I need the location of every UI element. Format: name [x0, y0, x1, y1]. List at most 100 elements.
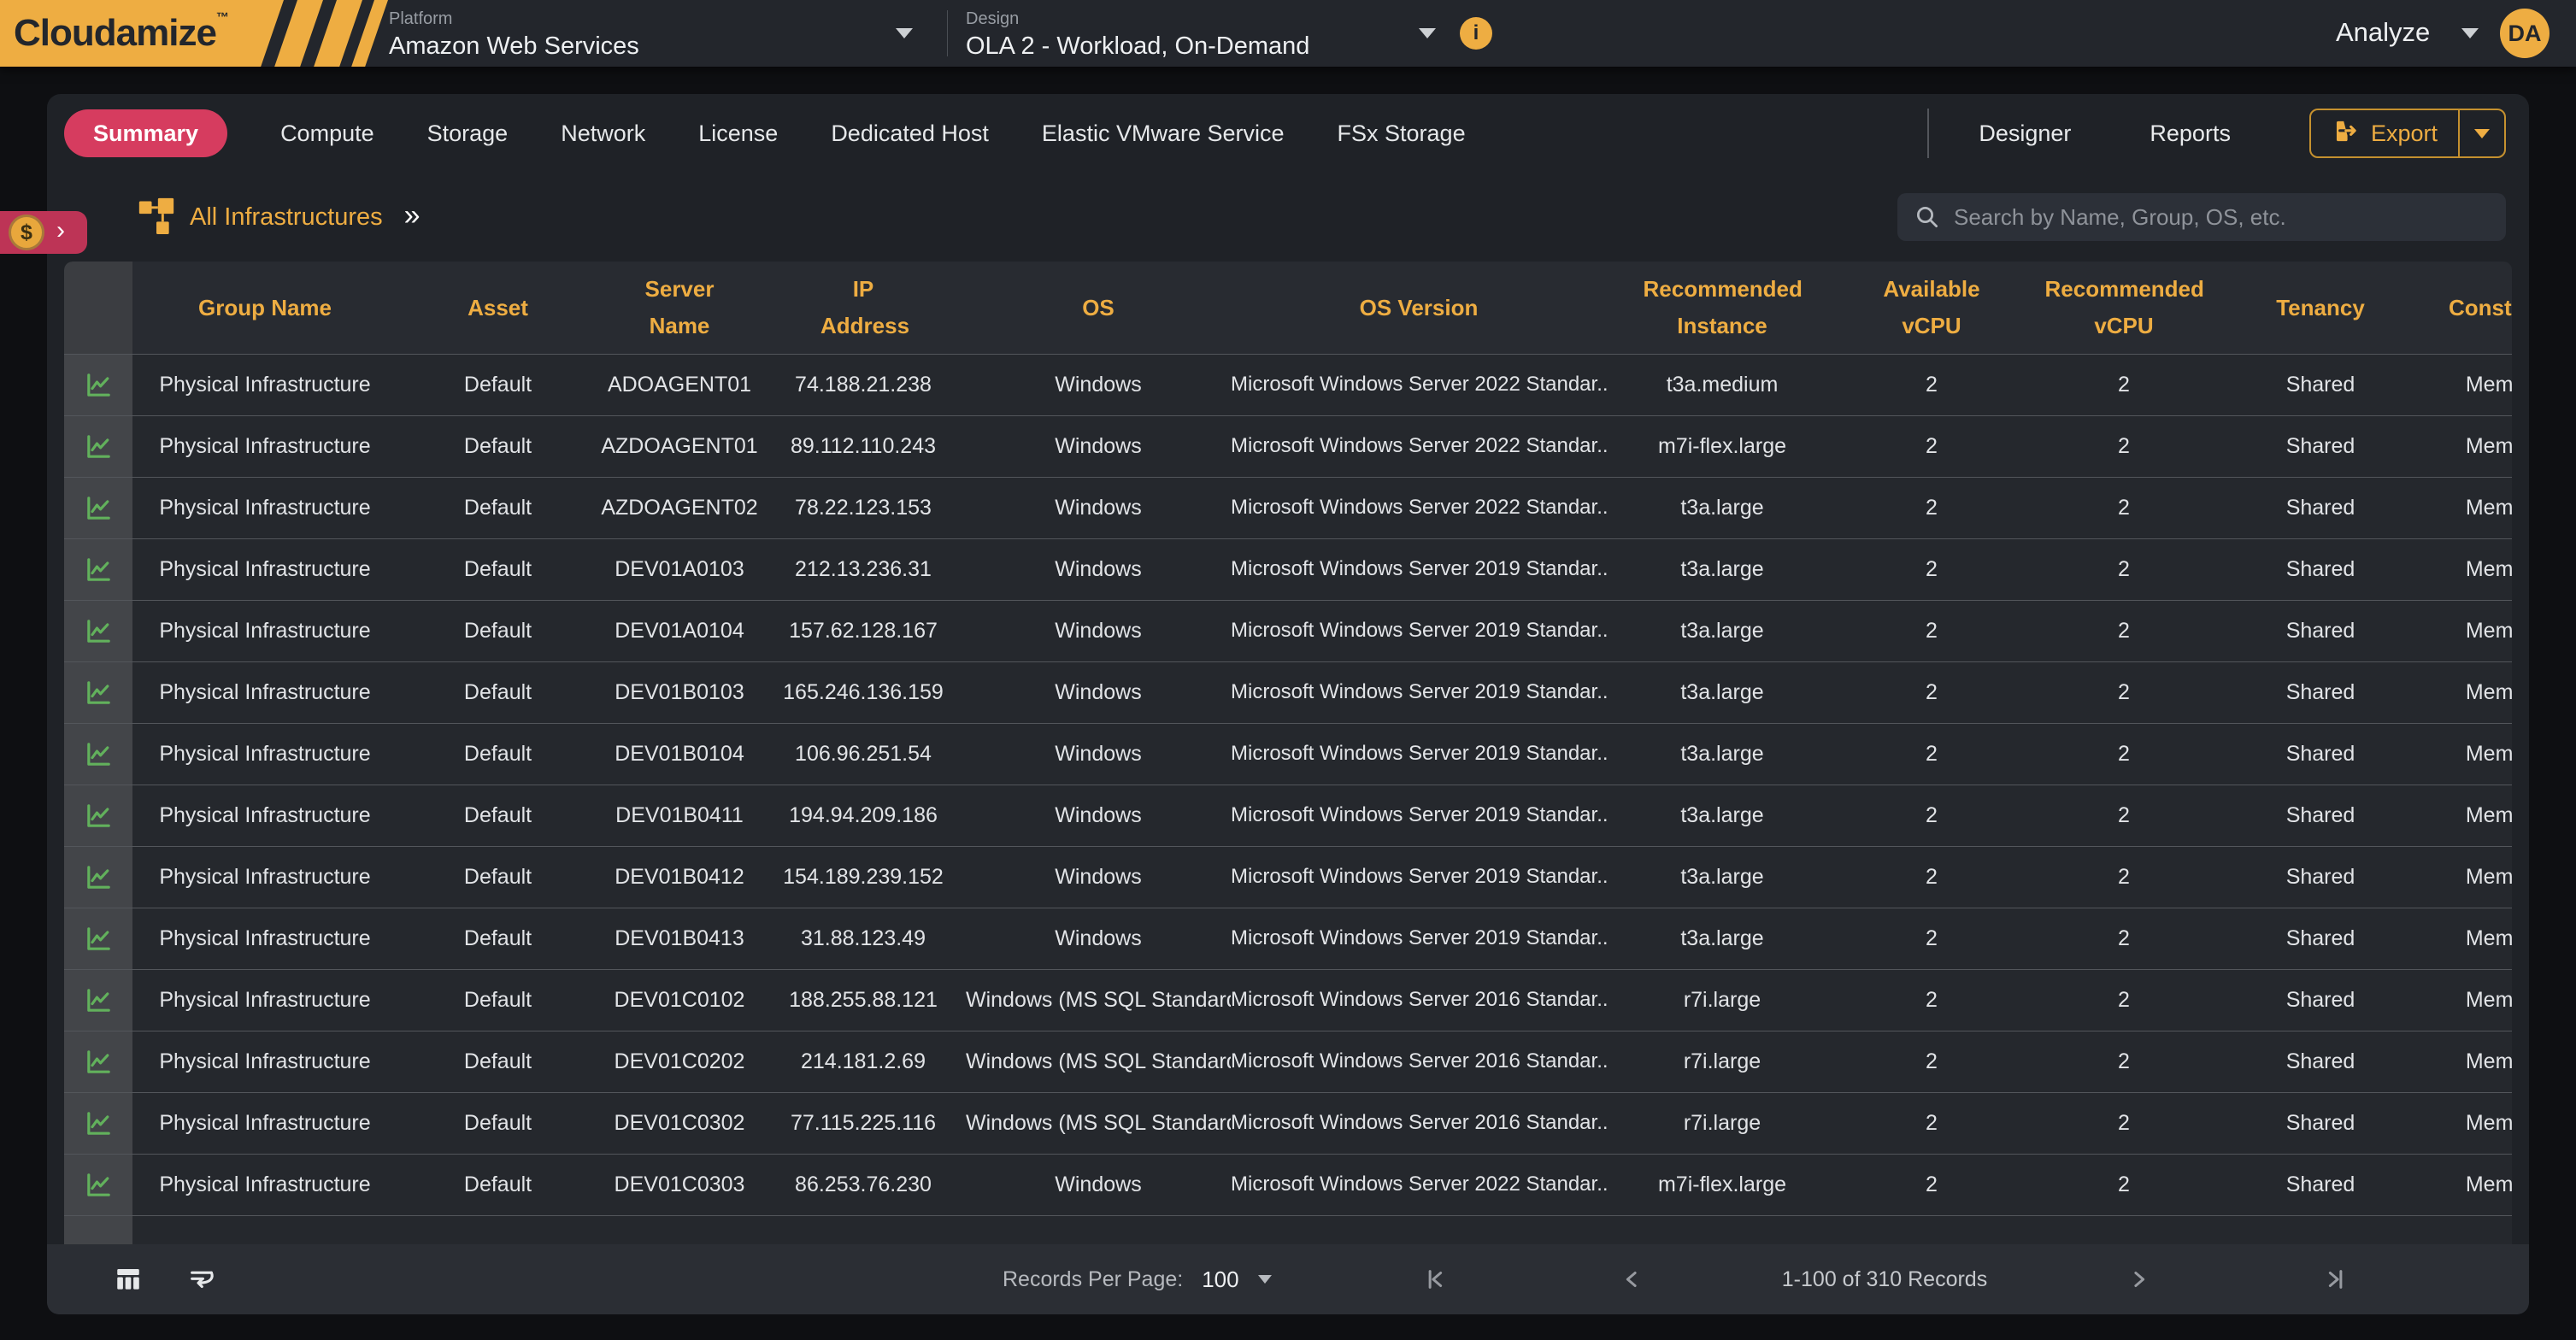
row-chart-icon[interactable]	[64, 1154, 132, 1215]
cost-panel-toggle[interactable]: $ ›	[0, 211, 87, 254]
records-per-page-value[interactable]: 100	[1202, 1267, 1238, 1293]
cloudamize-logo[interactable]: Cloudamize™	[0, 0, 402, 67]
table-row[interactable]: Physical InfrastructureDefaultDEV01A0103…	[64, 538, 2512, 600]
table-row[interactable]: Physical InfrastructureDefaultADOAGENT01…	[64, 354, 2512, 415]
row-chart-icon[interactable]	[64, 600, 132, 661]
row-chart-icon[interactable]	[64, 538, 132, 600]
cell-available_vcpu: 2	[1838, 477, 2026, 538]
column-header[interactable]: Server Name	[598, 262, 761, 354]
last-page-icon[interactable]	[2322, 1267, 2348, 1296]
cell-recommended_vcpu: 2	[2026, 415, 2222, 477]
column-header[interactable]: Constraint	[2419, 262, 2512, 354]
cell-group: Physical Infrastructure	[132, 415, 397, 477]
column-header[interactable]: Asset	[397, 262, 598, 354]
table-body: Physical InfrastructureDefaultADOAGENT01…	[64, 354, 2512, 1244]
row-chart-icon[interactable]	[64, 477, 132, 538]
cell-asset: Default	[397, 723, 598, 785]
cell-instance: t3a.large	[1607, 477, 1838, 538]
cell-available_vcpu: 2	[1838, 415, 2026, 477]
cell-ip: 188.255.88.121	[761, 969, 966, 1031]
chevron-down-icon[interactable]	[896, 28, 913, 38]
export-button[interactable]: Export	[2311, 110, 2458, 156]
cell-tenancy: Shared	[2222, 908, 2419, 969]
column-header[interactable]: Recommended vCPU	[2026, 262, 2222, 354]
row-chart-icon[interactable]	[64, 785, 132, 846]
cell-recommended_vcpu: 2	[2026, 1092, 2222, 1154]
platform-dropdown[interactable]: Platform Amazon Web Services	[389, 9, 944, 61]
cell-server: DEV01B0412	[598, 846, 761, 908]
tab-summary[interactable]: Summary	[64, 109, 227, 157]
cell-recommended_vcpu: 2	[2026, 908, 2222, 969]
reorder-rows-icon[interactable]	[187, 1265, 216, 1298]
tab-network[interactable]: Network	[561, 120, 645, 147]
table-row[interactable]: Physical InfrastructureDefaultDEV01C0102…	[64, 969, 2512, 1031]
tab-fsx-storage[interactable]: FSx Storage	[1338, 120, 1466, 147]
cell-constraint: Memory	[2419, 846, 2512, 908]
columns-icon[interactable]	[114, 1265, 143, 1298]
column-header[interactable]: OS Version	[1231, 262, 1607, 354]
row-chart-icon[interactable]	[64, 908, 132, 969]
tab-elastic-vmware-service[interactable]: Elastic VMware Service	[1042, 120, 1285, 147]
row-chart-icon[interactable]	[64, 1092, 132, 1154]
double-chevron-icon[interactable]: »	[404, 199, 421, 232]
cell-available_vcpu: 2	[1838, 600, 2026, 661]
row-chart-icon[interactable]	[64, 415, 132, 477]
table-row[interactable]: Physical InfrastructureDefaultDEV01B0412…	[64, 846, 2512, 908]
cell-tenancy: Shared	[2222, 1092, 2419, 1154]
reports-link[interactable]: Reports	[2150, 120, 2231, 147]
previous-page-icon[interactable]	[1620, 1267, 1645, 1296]
next-page-icon[interactable]	[2126, 1267, 2151, 1296]
column-header[interactable]: Available vCPU	[1838, 262, 2026, 354]
chevron-down-icon[interactable]	[1258, 1275, 1272, 1284]
table-row[interactable]: Physical InfrastructureDefaultAZDOAGENT0…	[64, 415, 2512, 477]
cell-tenancy: Shared	[2222, 723, 2419, 785]
row-chart-icon[interactable]	[64, 354, 132, 415]
tab-license[interactable]: License	[698, 120, 778, 147]
cell-group: Physical Infrastructure	[132, 538, 397, 600]
row-chart-icon[interactable]	[64, 969, 132, 1031]
breadcrumb[interactable]: All Infrastructures »	[138, 197, 421, 238]
column-header[interactable]: OS	[966, 262, 1231, 354]
avatar[interactable]: DA	[2500, 9, 2550, 58]
chevron-down-icon[interactable]	[1419, 28, 1436, 38]
design-dropdown[interactable]: Design OLA 2 - Workload, On-Demand	[966, 9, 1470, 61]
cell-available_vcpu: 2	[1838, 1031, 2026, 1092]
column-header[interactable]: IP Address	[761, 262, 966, 354]
column-header[interactable]: Group Name	[132, 262, 397, 354]
chevron-down-icon[interactable]	[2461, 28, 2479, 38]
cell-os: Windows	[966, 415, 1231, 477]
row-chart-icon[interactable]	[64, 846, 132, 908]
cell-instance: t3a.large	[1607, 908, 1838, 969]
footer-icons	[114, 1265, 216, 1298]
table-row[interactable]: Physical InfrastructureDefaultDEV01B0411…	[64, 785, 2512, 846]
tab-compute[interactable]: Compute	[280, 120, 374, 147]
table-row[interactable]: Physical InfrastructureDefaultDEV01C0302…	[64, 1092, 2512, 1154]
column-header[interactable]: Recommended Instance	[1607, 262, 1838, 354]
designer-link[interactable]: Designer	[1979, 120, 2071, 147]
chevron-right-icon: ›	[56, 216, 65, 245]
row-chart-icon[interactable]	[64, 1031, 132, 1092]
tab-storage[interactable]: Storage	[427, 120, 509, 147]
divider	[1927, 109, 1929, 158]
table-row[interactable]: Physical InfrastructureDefaultDEV01C0202…	[64, 1031, 2512, 1092]
cell-asset: Default	[397, 661, 598, 723]
table-row[interactable]: Physical InfrastructureDefaultAZDOAGENT0…	[64, 477, 2512, 538]
tab-dedicated-host[interactable]: Dedicated Host	[831, 120, 989, 147]
table-row[interactable]: Physical InfrastructureDefaultDEV01B0103…	[64, 661, 2512, 723]
cell-tenancy: Shared	[2222, 969, 2419, 1031]
search-input[interactable]	[1897, 193, 2506, 241]
export-dropdown-button[interactable]	[2458, 110, 2504, 156]
table-row[interactable]: Physical InfrastructureDefaultDEV01B0104…	[64, 723, 2512, 785]
table-row[interactable]: Physical InfrastructureDefaultDEV01C0303…	[64, 1154, 2512, 1215]
first-page-icon[interactable]	[1423, 1267, 1449, 1296]
row-chart-icon[interactable]	[64, 661, 132, 723]
column-header[interactable]: Tenancy	[2222, 262, 2419, 354]
analyze-menu[interactable]: Analyze	[2336, 17, 2430, 48]
cell-available_vcpu: 2	[1838, 1154, 2026, 1215]
table-row[interactable]: Physical InfrastructureDefaultDEV01A0104…	[64, 600, 2512, 661]
cell-os_version: Microsoft Windows Server 2016 Standar...	[1231, 1031, 1607, 1092]
table-row[interactable]: Physical InfrastructureDefaultDEV01B0413…	[64, 908, 2512, 969]
row-chart-icon[interactable]	[64, 723, 132, 785]
info-icon[interactable]: i	[1460, 17, 1492, 50]
cell-group: Physical Infrastructure	[132, 785, 397, 846]
